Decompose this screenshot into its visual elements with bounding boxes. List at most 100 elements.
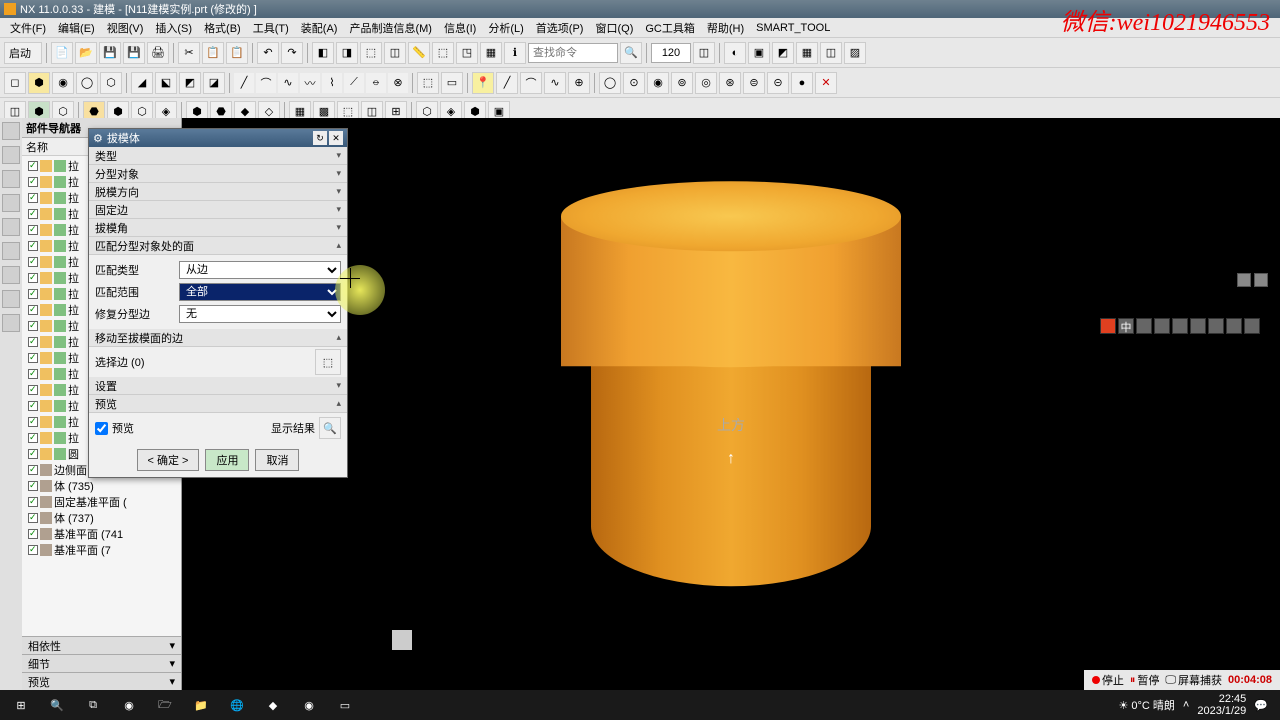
nx-task-icon[interactable]: ◆	[256, 692, 290, 718]
ime-lang[interactable]: 中	[1118, 318, 1134, 334]
tree-row[interactable]: 固定基准平面 (	[24, 494, 179, 510]
command-search[interactable]	[528, 43, 618, 63]
t2h-icon[interactable]: ╱	[496, 72, 518, 94]
extrude-icon[interactable]: ⬢	[28, 72, 50, 94]
nav-dep[interactable]: 相依性▾	[22, 636, 181, 654]
rb-con-icon[interactable]	[2, 170, 20, 188]
redo-icon[interactable]: ↷	[281, 42, 303, 64]
menu-view[interactable]: 视图(V)	[101, 18, 150, 38]
zoom-input[interactable]	[651, 43, 691, 63]
stop-button[interactable]: 停止	[1102, 672, 1124, 688]
revolve-icon[interactable]: ◉	[52, 72, 74, 94]
sec-settings[interactable]: 设置▾	[89, 377, 347, 395]
rb-hist-icon[interactable]	[2, 218, 20, 236]
nav-detail[interactable]: 细节▾	[22, 654, 181, 672]
saveas-icon[interactable]: 💾	[123, 42, 145, 64]
t1i-icon[interactable]: ◩	[772, 42, 794, 64]
search-button[interactable]: 🔍	[40, 692, 74, 718]
t1f-icon[interactable]: ◳	[456, 42, 478, 64]
copy-icon[interactable]: 📋	[202, 42, 224, 64]
match-type-select[interactable]: 从边	[179, 261, 341, 279]
t1g-icon[interactable]: ◐	[724, 42, 746, 64]
app2-icon[interactable]: 🗁	[148, 692, 182, 718]
menu-tools[interactable]: 工具(T)	[247, 18, 295, 38]
open-icon[interactable]: 📂	[75, 42, 97, 64]
line-icon[interactable]: ╱	[234, 73, 254, 93]
circ1-icon[interactable]: ◯	[599, 72, 621, 94]
capture-button[interactable]: 屏幕捕获	[1178, 672, 1222, 688]
circ4-icon[interactable]: ⊚	[671, 72, 693, 94]
t1e-icon[interactable]: ⬚	[432, 42, 454, 64]
taskview-button[interactable]: ⧉	[76, 692, 110, 718]
curve6-icon[interactable]: ⊗	[388, 73, 408, 93]
circ9-icon[interactable]: ●	[791, 72, 813, 94]
app3-icon[interactable]: 📁	[184, 692, 218, 718]
print-icon[interactable]: 🖨	[147, 42, 169, 64]
ime-float-bar[interactable]: 中	[1100, 318, 1260, 334]
viewport-corner-controls[interactable]	[1237, 273, 1268, 287]
menu-help[interactable]: 帮助(H)	[701, 18, 750, 38]
menu-window[interactable]: 窗口(Q)	[589, 18, 639, 38]
app4-icon[interactable]: ◉	[292, 692, 326, 718]
cancel-button[interactable]: 取消	[255, 449, 299, 471]
undo-icon[interactable]: ↶	[257, 42, 279, 64]
t2c-icon[interactable]: ⬕	[155, 72, 177, 94]
paste-icon[interactable]: 📋	[226, 42, 248, 64]
notif-icon[interactable]: 💬	[1254, 699, 1268, 712]
ime-punct-icon[interactable]	[1136, 318, 1152, 334]
del-icon[interactable]: ✕	[815, 72, 837, 94]
rb-mfg-icon[interactable]	[2, 266, 20, 284]
rb-sim-icon[interactable]	[2, 314, 20, 332]
t2d-icon[interactable]: ◩	[179, 72, 201, 94]
sec-parting[interactable]: 分型对象▾	[89, 165, 347, 183]
ime-kbd-icon[interactable]	[1190, 318, 1206, 334]
layer-icon[interactable]: ▦	[480, 42, 502, 64]
t2a-icon[interactable]: ⬡	[100, 72, 122, 94]
sec-preview[interactable]: 预览▴	[89, 395, 347, 413]
rb-role-icon[interactable]	[2, 242, 20, 260]
tray-up-icon[interactable]: ˄	[1183, 699, 1189, 711]
app5-icon[interactable]: ▭	[328, 692, 362, 718]
viewport-triad-icon[interactable]	[382, 620, 422, 660]
show-result-button[interactable]: 🔍	[319, 417, 341, 439]
search-icon[interactable]: 🔍	[620, 42, 642, 64]
menu-gc[interactable]: GC工具箱	[639, 18, 701, 38]
sec-draft-angle[interactable]: 拔模角▾	[89, 219, 347, 237]
ime-skin-icon[interactable]	[1208, 318, 1224, 334]
new-icon[interactable]: 📄	[51, 42, 73, 64]
menu-file[interactable]: 文件(F)	[4, 18, 52, 38]
menu-pmi[interactable]: 产品制造信息(M)	[343, 18, 438, 38]
start-button[interactable]: ⊞	[4, 692, 38, 718]
circ3-icon[interactable]: ◉	[647, 72, 669, 94]
t1d-icon[interactable]: ◫	[384, 42, 406, 64]
t2i-icon[interactable]: ⌒	[520, 72, 542, 94]
menu-prefs[interactable]: 首选项(P)	[530, 18, 590, 38]
ok-button[interactable]: < 确定 >	[137, 449, 200, 471]
dialog-title-bar[interactable]: ⚙拔模体 ↻ ✕	[89, 129, 347, 147]
sec-fixed-edge[interactable]: 固定边▾	[89, 201, 347, 219]
rb-ie-icon[interactable]	[2, 290, 20, 308]
ime-set-icon[interactable]	[1226, 318, 1242, 334]
menu-smart[interactable]: SMART_TOOL	[750, 20, 836, 36]
menu-format[interactable]: 格式(B)	[198, 18, 247, 38]
start-dropdown[interactable]: 启动	[4, 42, 42, 64]
cube-icon[interactable]: ◫	[693, 42, 715, 64]
ime-mic-icon[interactable]	[1172, 318, 1188, 334]
circ8-icon[interactable]: ⊝	[767, 72, 789, 94]
sec-move-edge[interactable]: 移动至拔模面的边▴	[89, 329, 347, 347]
curve4-icon[interactable]: ⟋	[344, 73, 364, 93]
menu-insert[interactable]: 插入(S)	[149, 18, 198, 38]
preview-checkbox[interactable]	[95, 422, 108, 435]
sketch-icon[interactable]: ◻	[4, 72, 26, 94]
rb-nav-icon[interactable]	[2, 122, 20, 140]
menu-info[interactable]: 信息(I)	[438, 18, 482, 38]
t2f-icon[interactable]: ⬚	[417, 72, 439, 94]
menu-analysis[interactable]: 分析(L)	[482, 18, 529, 38]
circ2-icon[interactable]: ⊙	[623, 72, 645, 94]
match-scope-select[interactable]: 全部	[179, 283, 341, 301]
t2g-icon[interactable]: ▭	[441, 72, 463, 94]
rb-reuse-icon[interactable]	[2, 194, 20, 212]
cut-icon[interactable]: ✂	[178, 42, 200, 64]
clock[interactable]: 22:45 2023/1/29	[1197, 693, 1246, 717]
dialog-reset-icon[interactable]: ↻	[313, 131, 327, 145]
